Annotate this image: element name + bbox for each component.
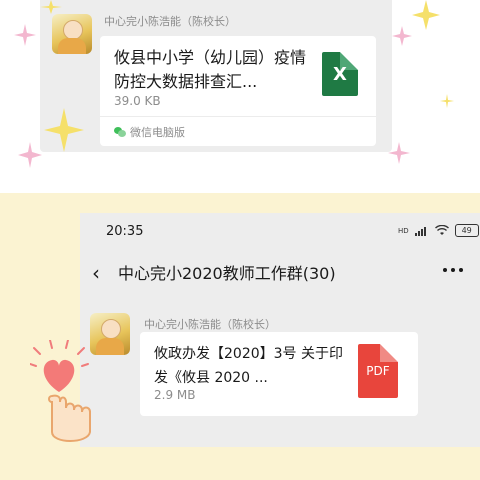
excel-icon-label: X — [333, 64, 347, 85]
message-source: 微信电脑版 — [114, 124, 185, 140]
battery-icon: 49 — [454, 224, 479, 237]
sender-name: 中心完小陈浩能（陈校长） — [104, 15, 236, 28]
wechat-icon — [114, 127, 126, 137]
file-size: 39.0 KB — [114, 94, 161, 108]
more-options-button[interactable] — [442, 260, 464, 281]
pdf-file-icon: PDF — [358, 344, 398, 398]
file-title: 攸县中小学（幼儿园）疫情防控大数据排查汇... — [114, 48, 307, 91]
sparkle-icon — [392, 26, 412, 46]
source-label: 微信电脑版 — [130, 126, 185, 139]
sparkle-icon — [412, 0, 440, 30]
heart-hand-icon — [29, 339, 110, 454]
divider — [100, 116, 376, 117]
signal-label: HD — [398, 226, 409, 235]
sparkle-icon — [44, 108, 84, 152]
status-indicators: HD 49 — [398, 224, 479, 237]
sparkle-icon — [14, 24, 36, 46]
signal-icon — [414, 227, 426, 236]
file-title: 攸政办发【2020】3号 关于印发《攸县 2020 ... — [154, 346, 343, 386]
sparkle-icon — [18, 142, 42, 168]
back-button[interactable]: ‹ — [92, 261, 100, 285]
sender-name: 中心完小陈浩能（陈校长） — [144, 318, 276, 331]
file-size: 2.9 MB — [154, 388, 196, 402]
wifi-icon — [434, 225, 449, 235]
more-icon — [443, 268, 463, 272]
avatar[interactable] — [52, 14, 92, 54]
file-message-card[interactable]: 攸县中小学（幼儿园）疫情防控大数据排查汇... 39.0 KB X 微信电脑版 — [100, 36, 376, 146]
chat-title: 中心完小2020教师工作群(30) — [118, 264, 336, 283]
sparkle-icon — [40, 0, 62, 14]
excel-file-icon: X — [322, 52, 358, 96]
sparkle-icon — [440, 94, 454, 108]
file-message-card[interactable]: 攸政办发【2020】3号 关于印发《攸县 2020 ... 2.9 MB PDF — [140, 332, 418, 416]
sparkle-icon — [388, 142, 410, 164]
status-time: 20:35 — [106, 224, 144, 239]
pdf-icon-label: PDF — [366, 364, 390, 378]
